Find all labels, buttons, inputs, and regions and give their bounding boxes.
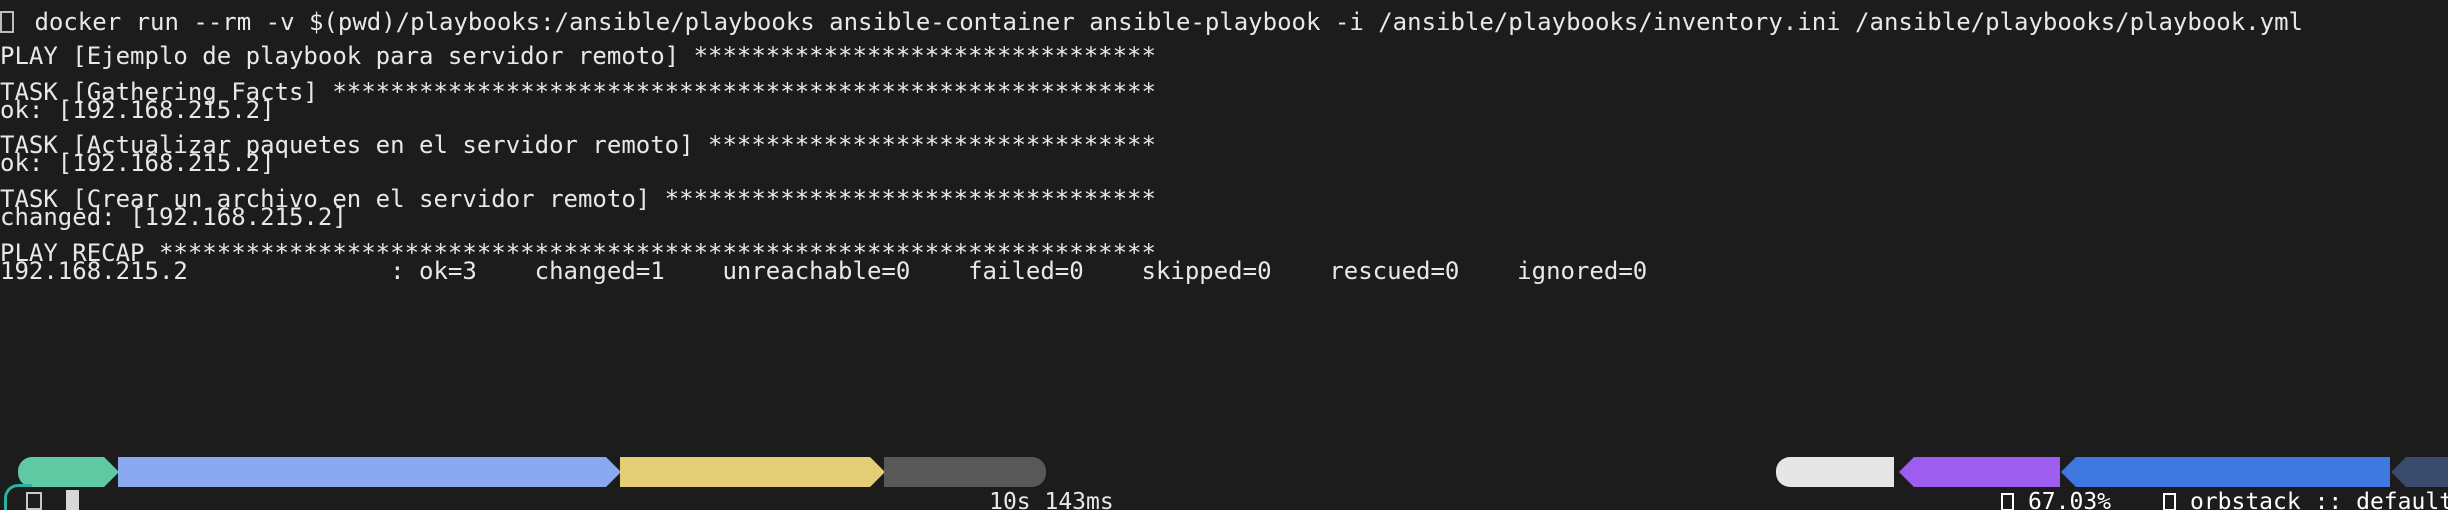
- os-icon: [115, 493, 129, 510]
- command-line: docker run --rm -v $(pwd)/playbooks:/ans…: [0, 8, 2303, 36]
- directory-segment: ansible-container: [356, 457, 679, 510]
- task-result: changed: [192.168.215.2]: [0, 203, 347, 231]
- git-status: trunk ≡ ?4: [724, 489, 891, 510]
- terminal-icon: [1873, 493, 1887, 510]
- prompt-glyph-icon: [0, 11, 14, 33]
- git-segment: trunk ≡ ?4: [620, 457, 890, 510]
- folder-icon: [292, 493, 306, 510]
- task-result: ok: [192.168.215.2]: [0, 149, 275, 177]
- duration-segment: 10s 143ms: [884, 457, 1114, 510]
- extra-segment: 2: [2391, 457, 2448, 487]
- folder-icon: [331, 493, 345, 510]
- command-duration: 10s 143ms: [989, 489, 1114, 510]
- command-text: docker run --rm -v $(pwd)/playbooks:/ans…: [20, 8, 2303, 36]
- input-line[interactable]: [0, 484, 80, 510]
- task-result: ok: [192.168.215.2]: [0, 96, 275, 124]
- play-header: PLAY [Ejemplo de playbook para servidor …: [0, 42, 1156, 70]
- play-recap-stats: 192.168.215.2 : ok=3 changed=1 unreachab…: [0, 257, 1648, 285]
- folder-icon: [253, 493, 267, 510]
- home-folder-icon: [215, 493, 229, 510]
- prompt-bar: ❯ ❯ ❯ ❯ ansible-container trunk ≡ ?4 10s 14…: [0, 457, 2448, 510]
- prompt-char-icon: [26, 492, 42, 510]
- terminal-window[interactable]: docker run --rm -v $(pwd)/playbooks:/ans…: [0, 0, 2448, 510]
- battery-segment: 67.03%: [1899, 457, 2111, 510]
- git-branch-icon: [711, 493, 725, 510]
- docker-icon: [2163, 493, 2177, 510]
- docker-context: orbstack :: default: [2176, 489, 2448, 510]
- os-segment: [18, 457, 129, 510]
- battery-icon: [2001, 493, 2015, 510]
- context-segment: orbstack :: default: [2061, 457, 2448, 510]
- shell-segment: zsh: [1776, 457, 1946, 510]
- path-icons-segment: ❯ ❯ ❯ ❯: [118, 457, 373, 510]
- text-cursor: [66, 490, 79, 510]
